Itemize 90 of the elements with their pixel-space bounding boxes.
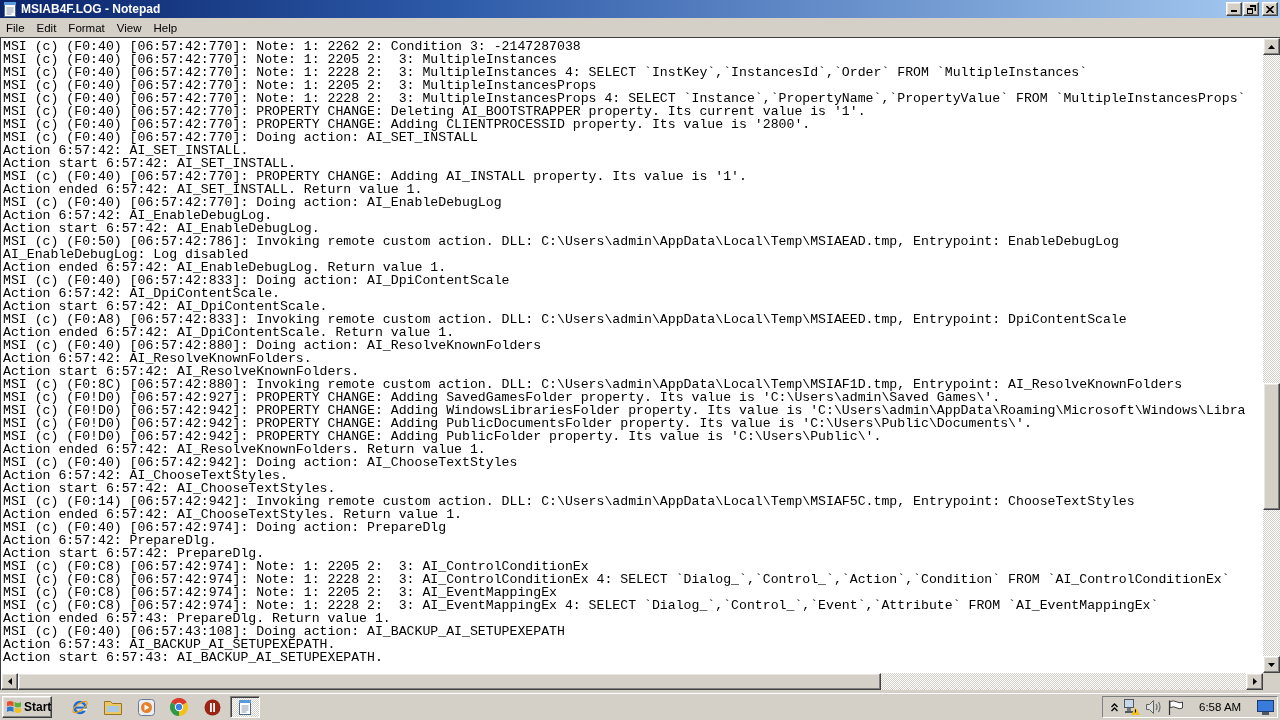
minimize-button[interactable] — [1226, 2, 1242, 16]
log-line: MSI (c) (F0!D0) [06:57:42:942]: PROPERTY CHANGE: Adding WindowsLibrariesFolder property. Its value is 'C:\Users\admin\AppData\Roaming\Microsoft\Windows\Libra — [3, 404, 1246, 417]
log-line: MSI (c) (F0:40) [06:57:42:770]: Note: 1: 2228 2: 3: MultipleInstances 4: SELECT `InstKey`,`InstancesId`,`Order` FROM `MultipleInstances` — [3, 66, 1088, 79]
log-line: MSI (c) (F0:C8) [06:57:42:974]: Note: 1: 2205 2: 3: AI_ControlConditionEx — [3, 560, 589, 573]
log-line: MSI (c) (F0:40) [06:57:42:770]: Doing action: AI_EnableDebugLog — [3, 196, 502, 209]
log-line: MSI (c) (F0:40) [06:57:43:108]: Doing action: AI_BACKUP_AI_SETUPEXEPATH — [3, 625, 565, 638]
circle-logo-icon — [170, 698, 188, 716]
scrollbar-thumb[interactable] — [18, 673, 881, 690]
close-button[interactable] — [1262, 2, 1278, 16]
log-line: MSI (c) (F0:C8) [06:57:42:974]: Note: 1: 2228 2: 3: AI_EventMappingEx 4: SELECT `Dialog_`,`Control_`,`Event`,`Attribute` FROM `AI_EventMappingEx` — [3, 599, 1159, 612]
log-line: Action 6:57:43: AI_BACKUP_AI_SETUPEXEPATH. — [3, 638, 336, 651]
folder-icon — [104, 699, 122, 715]
flag-logo-icon — [6, 700, 22, 714]
log-line: MSI (c) (F0:50) [06:57:42:786]: Invoking remote custom action. DLL: C:\Users\admin\AppData\Local\Temp\MSIAEAD.tmp, Entrypoint: EnableDebugLog — [3, 235, 1119, 248]
e-logo-icon — [71, 698, 89, 716]
caret-down-icon — [1268, 662, 1275, 667]
caret-right-icon — [1252, 678, 1257, 685]
scroll-left-button[interactable] — [1, 673, 18, 690]
vertical-scrollbar[interactable] — [1263, 38, 1280, 673]
clock: 6:58 AM — [1199, 701, 1242, 713]
log-line: MSI (c) (F0:40) [06:57:42:770]: PROPERTY CHANGE: Adding AI_INSTALL property. Its value is '1'. — [3, 170, 747, 183]
log-line: Action start 6:57:42: AI_EnableDebugLog. — [3, 222, 320, 235]
log-line: Action start 6:57:42: AI_ResolveKnownFolders. — [3, 365, 360, 378]
log-line: AI_EnableDebugLog: Log disabled — [3, 248, 249, 261]
log-line: Action 6:57:42: AI_ChooseTextStyles. — [3, 469, 288, 482]
log-line: MSI (c) (F0:40) [06:57:42:770]: PROPERTY CHANGE: Deleting AI_BOOTSTRAPPER property. Its current value is '1'. — [3, 105, 866, 118]
menu-item[interactable]: View — [110, 20, 148, 35]
log-line: MSI (c) (F0:40) [06:57:42:880]: Doing action: AI_ResolveKnownFolders — [3, 339, 542, 352]
caret-left-icon — [7, 678, 12, 685]
show-desktop-button[interactable] — [1257, 699, 1274, 715]
log-line: Action ended 6:57:42: AI_ChooseTextStyles. Return value 1. — [3, 508, 462, 521]
log-line: MSI (c) (F0:8C) [06:57:42:880]: Invoking remote custom action. DLL: C:\Users\admin\AppData\Local\Temp\MSIAF1D.tmp, Entrypoint: AI_ResolveKnownFolders — [3, 378, 1183, 391]
log-line: MSI (c) (F0:C8) [06:57:42:974]: Note: 1: 2205 2: 3: AI_EventMappingEx — [3, 586, 557, 599]
log-line: MSI (c) (F0:C8) [06:57:42:974]: Note: 1: 2228 2: 3: AI_ControlConditionEx 4: SELECT `Dialog_`,`Control_`,`Action`,`Condition` FROM `AI_ControlConditionEx` — [3, 573, 1230, 586]
taskbar-button[interactable] — [230, 696, 260, 718]
log-line: Action ended 6:57:42: AI_EnableDebugLog. Return value 1. — [3, 261, 447, 274]
log-line: MSI (c) (F0:A8) [06:57:42:833]: Invoking remote custom action. DLL: C:\Users\admin\AppData\Local\Temp\MSIAEED.tmp, Entrypoint: DpiContentScale — [3, 313, 1127, 326]
text-editor[interactable] — [1, 38, 1263, 673]
flag-icon — [1168, 699, 1183, 715]
log-line: MSI (c) (F0:14) [06:57:42:942]: Invoking remote custom action. DLL: C:\Users\admin\AppData\Local\Temp\MSIAF5C.tmp, Entrypoint: ChooseTextStyles — [3, 495, 1135, 508]
log-line: Action start 6:57:43: AI_BACKUP_AI_SETUPEXEPATH. — [3, 651, 383, 664]
restore-icon — [1246, 4, 1256, 14]
caret-up-icon — [1268, 44, 1275, 49]
menu-item[interactable]: Help — [147, 20, 184, 35]
log-line: MSI (c) (F0:40) [06:57:42:770]: Note: 1: 2228 2: 3: MultipleInstancesProps 4: SELECT `Instance`,`PropertyName`,`PropertyValue` FROM `MultipleInstancesProps` — [3, 92, 1246, 105]
log-line: MSI (c) (F0:40) [06:57:42:770]: Note: 1: 2205 2: 3: MultipleInstancesProps — [3, 79, 597, 92]
log-line: Action 6:57:42: PrepareDlg. — [3, 534, 217, 547]
notepad-icon — [2, 1, 18, 17]
log-line: Action start 6:57:42: PrepareDlg. — [3, 547, 265, 560]
log-line: Action 6:57:42: AI_SET_INSTALL. — [3, 144, 249, 157]
menu-item[interactable]: Format — [62, 20, 111, 35]
notepad-icon — [237, 699, 253, 715]
log-line: MSI (c) (F0:40) [06:57:42:942]: Doing action: AI_ChooseTextStyles — [3, 456, 518, 469]
log-line: MSI (c) (F0!D0) [06:57:42:942]: PROPERTY CHANGE: Adding PublicDocumentsFolder property. Its value is 'C:\Users\Public\Documents\'. — [3, 417, 1032, 430]
play-icon — [137, 698, 155, 716]
pause-circle-icon — [203, 698, 221, 716]
log-line: Action 6:57:42: AI_EnableDebugLog. — [3, 209, 273, 222]
log-line: Action start 6:57:42: AI_DpiContentScale. — [3, 300, 328, 313]
log-line: Action ended 6:57:43: PrepareDlg. Return value 1. — [3, 612, 391, 625]
log-line: Action ended 6:57:42: AI_SET_INSTALL. Return value 1. — [3, 183, 423, 196]
minimize-icon — [1231, 10, 1237, 12]
log-line: Action start 6:57:42: AI_ChooseTextStyles. — [3, 482, 336, 495]
log-line: Action ended 6:57:42: AI_ResolveKnownFolders. Return value 1. — [3, 443, 486, 456]
log-line: MSI (c) (F0:40) [06:57:42:770]: Note: 1: 2205 2: 3: MultipleInstances — [3, 53, 557, 66]
restore-button[interactable] — [1243, 2, 1259, 16]
log-line: Action start 6:57:42: AI_SET_INSTALL. — [3, 157, 296, 170]
scroll-down-button[interactable] — [1263, 656, 1280, 673]
scroll-right-button[interactable] — [1246, 673, 1263, 690]
scroll-up-button[interactable] — [1263, 38, 1280, 55]
speaker-icon — [1146, 700, 1162, 714]
horizontal-scrollbar[interactable] — [1, 673, 1263, 690]
menu-item[interactable]: Edit — [30, 20, 63, 35]
log-line: MSI (c) (F0:40) [06:57:42:833]: Doing action: AI_DpiContentScale — [3, 274, 510, 287]
network-icon — [1124, 699, 1140, 715]
log-line: MSI (c) (F0:40) [06:57:42:770]: Note: 1: 2262 2: Condition 3: -2147287038 — [3, 40, 581, 53]
log-line: Action ended 6:57:42: AI_DpiContentScale. Return value 1. — [3, 326, 455, 339]
log-line: Action 6:57:42: AI_DpiContentScale. — [3, 287, 280, 300]
scrollbar-thumb[interactable] — [1263, 383, 1280, 510]
log-line: MSI (c) (F0!D0) [06:57:42:942]: PROPERTY CHANGE: Adding PublicFolder property. Its value is 'C:\Users\Public\'. — [3, 430, 882, 443]
log-line: MSI (c) (F0:40) [06:57:42:770]: PROPERTY CHANGE: Adding CLIENTPROCESSID property. Its value is '2800'. — [3, 118, 811, 131]
log-line: Action 6:57:42: AI_ResolveKnownFolders. — [3, 352, 312, 365]
window-title: MSIAB4F.LOG - Notepad — [21, 2, 161, 16]
close-icon — [1266, 5, 1274, 13]
log-line: MSI (c) (F0:40) [06:57:42:974]: Doing action: PrepareDlg — [3, 521, 447, 534]
start-button[interactable]: Start — [2, 696, 52, 718]
log-line: MSI (c) (F0:40) [06:57:42:770]: Doing action: AI_SET_INSTALL — [3, 131, 478, 144]
menu-item[interactable]: File — [0, 20, 31, 35]
log-line: MSI (c) (F0!D0) [06:57:42:927]: PROPERTY CHANGE: Adding SavedGamesFolder property. Its value is 'C:\Users\admin\Saved Games\'. — [3, 391, 1001, 404]
chevron-up-icon — [1111, 702, 1118, 712]
monitor-icon — [1257, 699, 1274, 715]
